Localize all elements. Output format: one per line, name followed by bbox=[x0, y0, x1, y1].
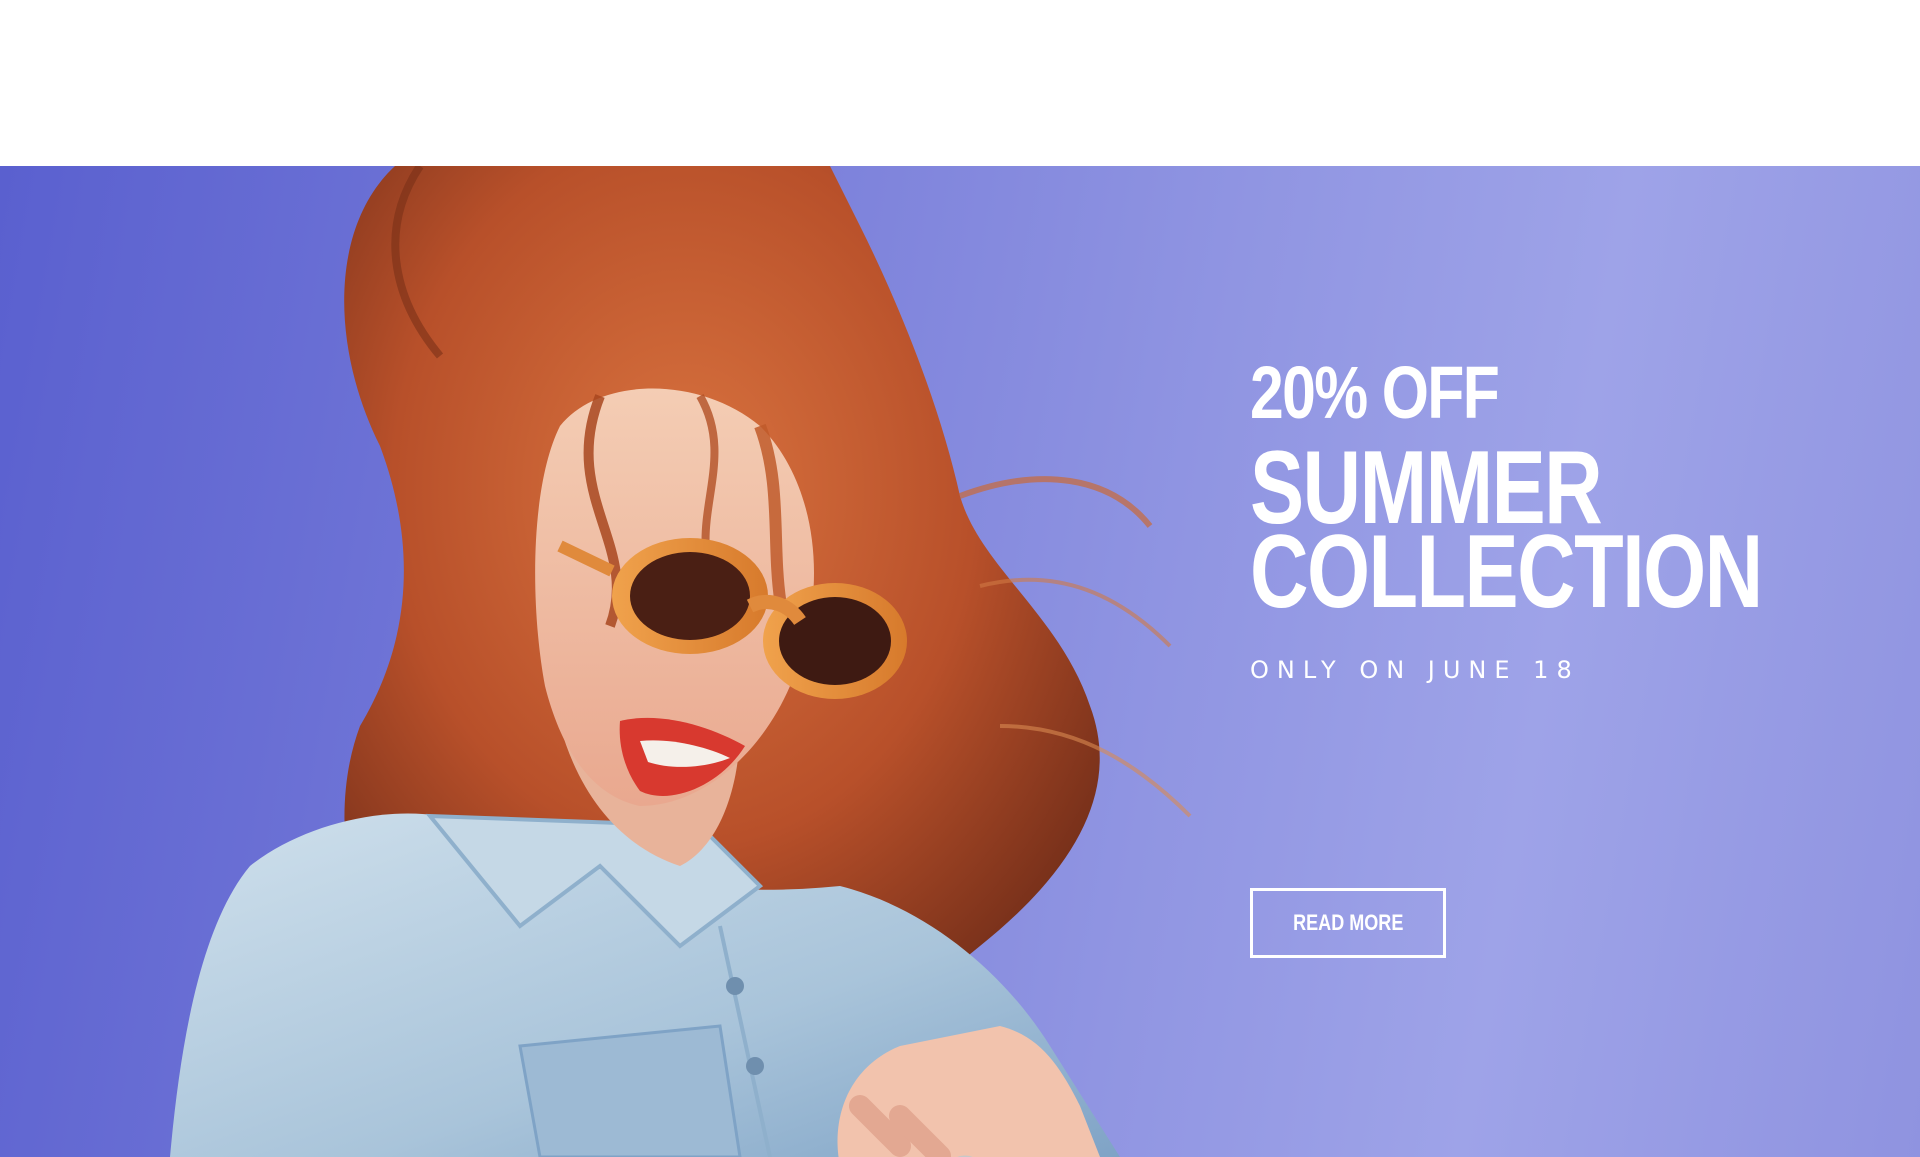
read-more-label: READ MORE bbox=[1292, 910, 1404, 935]
promo-text-block: 20% OFF SUMMER COLLECTION ONLY ON JUNE 1… bbox=[1250, 351, 1810, 958]
top-header-bar bbox=[0, 0, 1920, 166]
hero-model-photo bbox=[170, 166, 1192, 1157]
promo-discount: 20% OFF bbox=[1250, 351, 1500, 434]
hero-banner: 20% OFF SUMMER COLLECTION ONLY ON JUNE 1… bbox=[0, 166, 1920, 1157]
promo-date: ONLY ON JUNE 18 bbox=[1250, 656, 1580, 684]
promo-title-line-2: COLLECTION bbox=[1250, 514, 1763, 630]
promo-title: SUMMER COLLECTION bbox=[1250, 436, 1763, 630]
read-more-button[interactable]: READ MORE bbox=[1250, 888, 1446, 958]
